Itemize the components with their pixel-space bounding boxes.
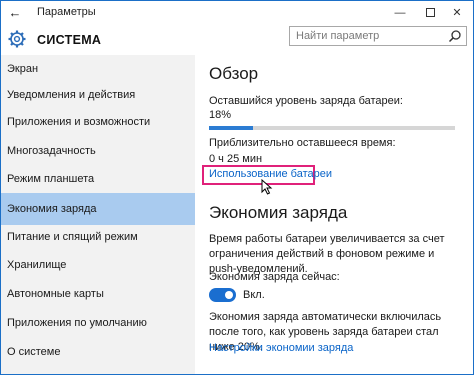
sidebar-item-apps[interactable]: Приложения и возможности bbox=[1, 108, 195, 137]
toggle-state-label: Вкл. bbox=[243, 289, 265, 301]
sidebar-item-power-sleep[interactable]: Питание и спящий режим bbox=[1, 223, 195, 252]
mouse-cursor-icon bbox=[261, 179, 273, 195]
overview-heading: Обзор bbox=[209, 64, 259, 83]
close-button[interactable]: ✕ bbox=[442, 1, 472, 25]
battery-progress-fill bbox=[209, 126, 254, 130]
gear-icon bbox=[8, 30, 26, 48]
sidebar-item-storage[interactable]: Хранилище bbox=[1, 251, 195, 280]
search-input[interactable]: Найти параметр bbox=[289, 26, 467, 46]
battery-saver-toggle[interactable] bbox=[209, 288, 236, 302]
title-bar: ← Параметры — ✕ bbox=[1, 1, 473, 25]
search-icon[interactable] bbox=[448, 29, 462, 43]
sidebar-item-notifications[interactable]: Уведомления и действия bbox=[1, 81, 195, 110]
maximize-button[interactable] bbox=[415, 1, 445, 25]
toggle-knob bbox=[225, 291, 233, 299]
battery-saver-settings-link[interactable]: Настройки экономии заряда bbox=[209, 342, 353, 354]
remaining-charge-label: Оставшийся уровень заряда батареи: bbox=[209, 95, 403, 107]
settings-window: ← Параметры — ✕ СИСТЕМА Найти параметр Э… bbox=[0, 0, 474, 375]
battery-saver-now-label: Экономия заряда сейчас: bbox=[209, 271, 340, 283]
sidebar-item-tablet-mode[interactable]: Режим планшета bbox=[1, 165, 195, 194]
sidebar-item-battery-saver[interactable]: Экономия заряда bbox=[1, 193, 195, 225]
sidebar-item-about[interactable]: О системе bbox=[1, 338, 195, 367]
battery-progress-bar bbox=[209, 126, 455, 130]
sidebar-item-offline-maps[interactable]: Автономные карты bbox=[1, 280, 195, 309]
sidebar-item-default-apps[interactable]: Приложения по умолчанию bbox=[1, 309, 195, 338]
remaining-charge-value: 18% bbox=[209, 109, 232, 121]
window-title: Параметры bbox=[37, 6, 96, 18]
search-placeholder: Найти параметр bbox=[296, 30, 380, 42]
maximize-icon bbox=[425, 7, 435, 17]
back-arrow-icon[interactable]: ← bbox=[5, 3, 25, 23]
sidebar-item-screen[interactable]: Экран bbox=[1, 55, 195, 84]
main-content: Обзор Оставшийся уровень заряда батареи:… bbox=[195, 55, 473, 374]
battery-saver-heading: Экономия заряда bbox=[209, 203, 348, 222]
minimize-button[interactable]: — bbox=[385, 1, 415, 25]
sidebar: Экран Уведомления и действия Приложения … bbox=[1, 55, 195, 374]
remaining-time-value: 0 ч 25 мин bbox=[209, 153, 263, 165]
remaining-time-label: Приблизительно оставшееся время: bbox=[209, 137, 396, 149]
page-title: СИСТЕМА bbox=[37, 33, 102, 47]
sidebar-item-multitasking[interactable]: Многозадачность bbox=[1, 137, 195, 166]
